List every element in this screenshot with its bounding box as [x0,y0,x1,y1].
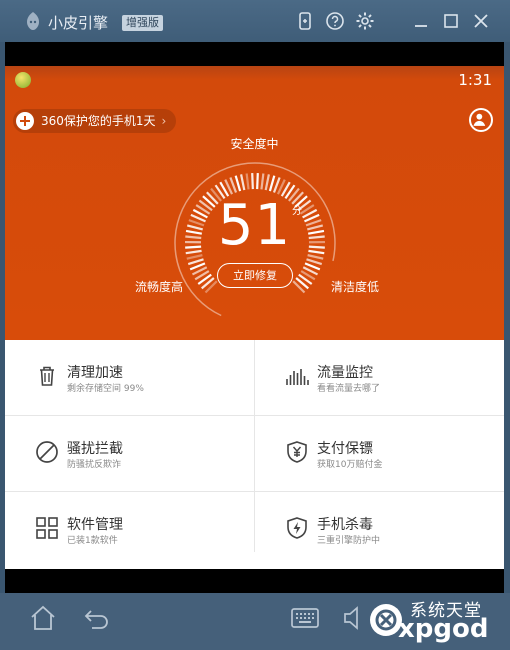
tile-cleanup[interactable]: 清理加速 剩余存储空间 99% [5,340,254,416]
tile-subtitle: 已装1款软件 [67,536,118,546]
tile-title: 手机杀毒 [317,517,373,533]
phone-sync-icon[interactable] [295,11,315,31]
promo-label: 360保护您的手机1天 [41,114,156,128]
watermark-en: xpgod [398,614,489,644]
user-avatar-icon[interactable] [469,108,493,132]
tile-harassment[interactable]: 骚扰拦截 防骚扰反欺诈 [5,416,254,492]
gauge-tick [245,173,250,190]
app-logo-icon [27,12,39,30]
tile-title: 清理加速 [67,365,123,381]
window-titlebar: 小皮引擎 增强版 [0,0,510,42]
gauge-tick [264,174,270,191]
notification-icon [15,72,31,88]
grid-icon [36,517,58,539]
gauge-tick [256,173,259,190]
tile-subtitle: 剩余存储空间 99% [67,384,144,394]
security-score: 51 [217,193,292,258]
score-unit: 分 [292,206,302,217]
close-button[interactable] [471,11,491,31]
feature-grid: 清理加速 剩余存储空间 99% 流量监控 看看流量去哪了 骚扰拦截 防骚扰反欺诈… [5,340,504,569]
minimize-button[interactable] [411,11,431,31]
gauge-tick [234,175,242,192]
tile-title: 软件管理 [67,517,123,533]
home-icon[interactable] [28,603,58,633]
tile-subtitle: 看看流量去哪了 [317,384,381,394]
gauge-tick [240,174,246,191]
gauge-tick [187,258,204,266]
status-clock: 1:31 [458,71,492,89]
tile-antivirus[interactable]: 手机杀毒 三重引擎防护中 [255,492,504,568]
settings-gear-icon[interactable] [355,11,375,31]
yuan-shield-icon [287,441,307,463]
fix-now-button[interactable]: 立即修复 [217,263,293,288]
tile-subtitle: 三重引擎防护中 [317,536,381,546]
app-title: 小皮引擎 [48,14,109,32]
tile-traffic[interactable]: 流量监控 看看流量去哪了 [255,340,504,416]
tile-apps[interactable]: 软件管理 已装1款软件 [5,492,254,568]
gauge-tick [251,173,254,190]
gauge-tick [306,258,323,266]
chevron-right-icon: › [161,114,167,128]
plus-icon [16,112,34,130]
edition-badge: 增强版 [122,15,163,31]
bottom-bezel [5,569,504,593]
bars-icon [286,369,309,385]
cleanliness-label: 清洁度低 [331,280,380,294]
gauge-tick [260,173,265,190]
tile-subtitle: 防骚扰反欺诈 [67,460,122,470]
help-icon[interactable] [325,11,345,31]
trash-icon [40,366,54,386]
safety-level: 安全度中 [230,137,279,151]
maximize-button[interactable] [441,11,461,31]
protection-promo-button[interactable]: 360保护您的手机1天 › [13,109,177,133]
status-bar-area [5,42,504,66]
gauge-tick [268,175,276,192]
security-header: 1:31 360保护您的手机1天 › 安全度中 51 分 立即修复 流畅度高 清洁… [5,66,504,340]
bolt-shield-icon [287,517,307,539]
tile-subtitle: 获取10万赔付金 [317,460,383,470]
back-icon[interactable] [82,603,112,633]
tile-title: 支付保镖 [317,441,373,457]
block-icon [36,441,58,463]
tile-title: 骚扰拦截 [67,441,123,457]
smoothness-label: 流畅度高 [135,280,184,294]
tile-payment[interactable]: 支付保镖 获取10万赔付金 [255,416,504,492]
tile-title: 流量监控 [317,365,373,381]
keyboard-icon[interactable] [290,603,320,633]
